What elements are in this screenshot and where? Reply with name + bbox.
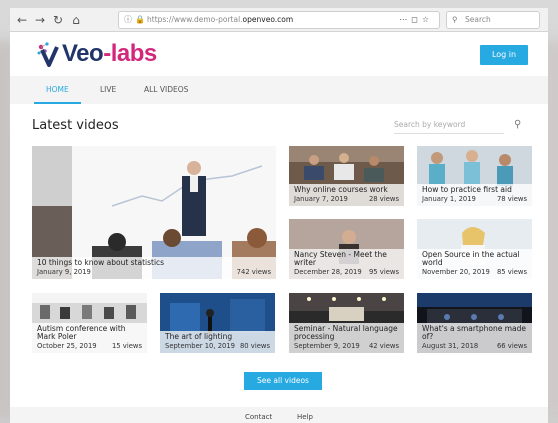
forward-icon[interactable]: →: [32, 12, 48, 28]
video-card[interactable]: Why online courses work January 7, 2019 2…: [289, 146, 404, 206]
logo-text-veo: Veo: [62, 40, 104, 67]
video-title: Why online courses work: [294, 185, 388, 194]
video-card[interactable]: The art of lighting September 10, 2019 80…: [160, 293, 275, 353]
video-views: 742 views: [236, 268, 271, 276]
video-caption: Open Source in the actual world November…: [417, 249, 532, 279]
search-icon: ⚲: [452, 15, 458, 24]
video-card[interactable]: Autism conference with Mark Poler Octobe…: [32, 293, 147, 353]
keyword-search-input[interactable]: Search by keyword: [394, 120, 504, 134]
video-card[interactable]: How to practice first aid January 1, 201…: [417, 146, 532, 206]
see-all-videos-button[interactable]: See all videos: [244, 372, 322, 390]
back-icon[interactable]: ←: [14, 12, 30, 28]
video-caption: 10 things to know about statistics Janua…: [32, 257, 276, 279]
video-caption: Nancy Steven - Meet the writer December …: [289, 249, 404, 279]
video-title: The art of lighting: [165, 332, 233, 341]
web-page: Veo-labs Log in HOME LIVE ALL VIDEOS Lat…: [10, 32, 548, 423]
video-title: 10 things to know about statistics: [37, 258, 165, 267]
video-views: 80 views: [239, 342, 270, 350]
page-title: Latest videos: [32, 118, 119, 133]
logo-mark-icon: [37, 42, 59, 67]
video-views: 42 views: [368, 342, 399, 350]
tab-all-videos[interactable]: ALL VIDEOS: [144, 76, 188, 104]
video-title: Open Source in the actual world: [422, 250, 520, 267]
search-icon[interactable]: ⚲: [514, 119, 521, 130]
video-views: 66 views: [496, 342, 527, 350]
video-caption: Why online courses work January 7, 2019 2…: [289, 184, 404, 206]
video-date: October 25, 2019: [37, 342, 97, 350]
video-caption: Seminar - Natural language processing Se…: [289, 323, 404, 353]
video-date: January 7, 2019: [294, 195, 348, 203]
login-button[interactable]: Log in: [480, 45, 528, 65]
video-card[interactable]: Nancy Steven - Meet the writer December …: [289, 219, 404, 279]
reload-icon[interactable]: ↻: [50, 12, 66, 28]
video-card[interactable]: Seminar - Natural language processing Se…: [289, 293, 404, 353]
video-caption: The art of lighting September 10, 2019 80…: [160, 331, 275, 353]
video-caption: How to practice first aid January 1, 201…: [417, 184, 532, 206]
video-date: September 10, 2019: [165, 342, 235, 350]
video-title: What's a smartphone made of?: [422, 324, 527, 341]
video-views: 95 views: [368, 268, 399, 276]
main-nav: HOME LIVE ALL VIDEOS: [10, 76, 548, 104]
video-title: Nancy Steven - Meet the writer: [294, 250, 387, 267]
video-date: September 9, 2019: [294, 342, 360, 350]
tab-live[interactable]: LIVE: [100, 76, 116, 104]
video-title: Autism conference with Mark Poler: [37, 324, 126, 341]
video-card[interactable]: 10 things to know about statistics Janua…: [32, 146, 276, 279]
logo-text-labs: -labs: [103, 40, 157, 67]
video-views: 78 views: [496, 195, 527, 203]
video-date: November 20, 2019: [422, 268, 490, 276]
site-header: Veo-labs Log in: [10, 32, 548, 76]
video-date: January 9, 2019: [37, 268, 91, 276]
video-date: December 28, 2019: [294, 268, 362, 276]
site-footer: Contact Help: [10, 407, 548, 423]
video-views: 28 views: [368, 195, 399, 203]
video-card[interactable]: Open Source in the actual world November…: [417, 219, 532, 279]
footer-link-help[interactable]: Help: [297, 413, 313, 421]
video-card[interactable]: What's a smartphone made of? August 31, …: [417, 293, 532, 353]
video-date: January 1, 2019: [422, 195, 476, 203]
video-title: Seminar - Natural language processing: [294, 324, 398, 341]
address-bar[interactable]: ⓘ 🔒 https://www.demo-portal.openveo.com …: [118, 11, 440, 29]
browser-search-input[interactable]: ⚲ Search: [446, 11, 540, 29]
video-views: 85 views: [496, 268, 527, 276]
url-text: https://www.demo-portal.openveo.com: [147, 15, 294, 24]
home-icon[interactable]: ⌂: [68, 12, 84, 28]
footer-link-contact[interactable]: Contact: [245, 413, 272, 421]
video-caption: What's a smartphone made of? August 31, …: [417, 323, 532, 353]
browser-toolbar: ← → ↻ ⌂ ⓘ 🔒 https://www.demo-portal.open…: [10, 8, 548, 32]
video-date: August 31, 2018: [422, 342, 479, 350]
video-views: 15 views: [111, 342, 142, 350]
tab-home[interactable]: HOME: [34, 76, 81, 104]
info-icon[interactable]: ⓘ: [124, 12, 132, 28]
lock-icon: 🔒: [135, 15, 145, 24]
site-logo[interactable]: Veo-labs: [36, 40, 157, 68]
video-title: How to practice first aid: [422, 185, 512, 194]
page-actions[interactable]: ⋯◻☆: [399, 12, 433, 28]
video-caption: Autism conference with Mark Poler Octobe…: [32, 323, 147, 353]
